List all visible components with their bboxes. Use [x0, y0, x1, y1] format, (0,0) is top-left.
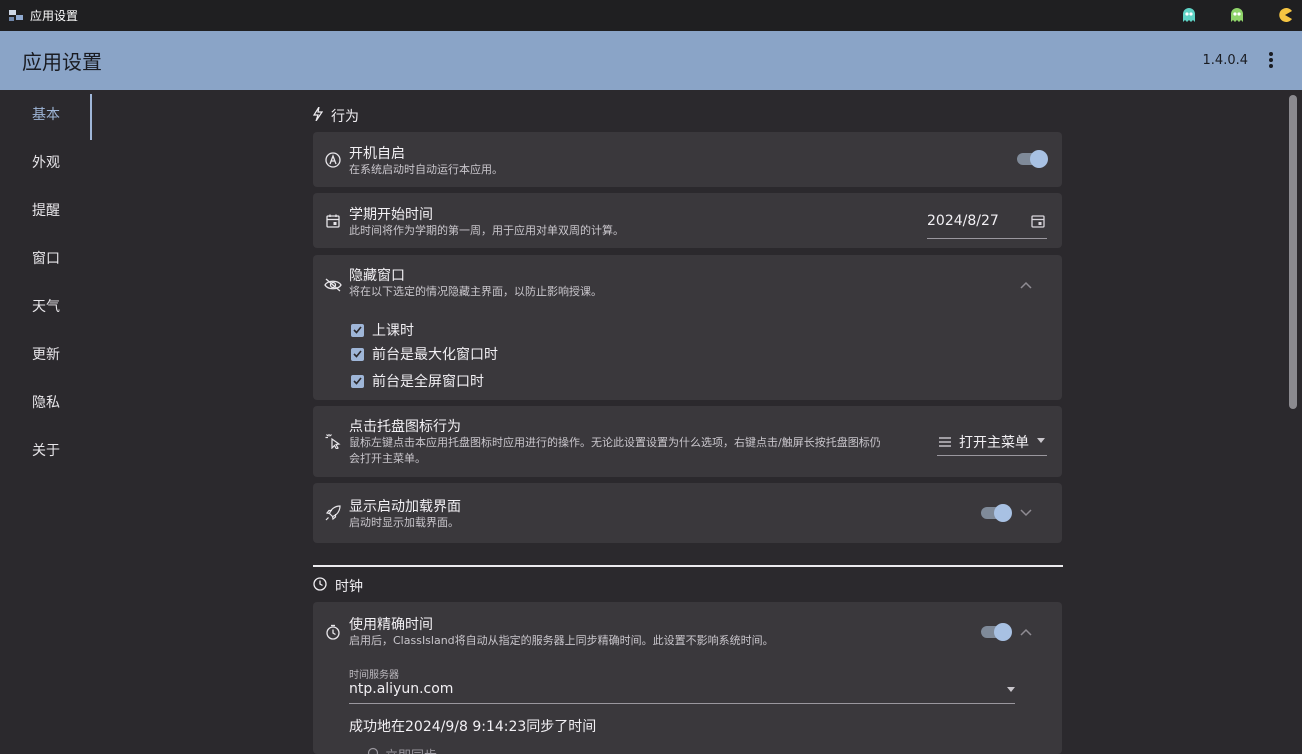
chevron-up-icon[interactable] [1018, 277, 1034, 293]
autostart-icon [324, 151, 342, 169]
exact-time-card: 使用精确时间 启用后，ClassIsland将自动从指定的服务器上同步精确时间。… [313, 602, 1062, 754]
checkbox-checked[interactable] [351, 374, 364, 388]
menu-icon [939, 432, 953, 451]
setting-title: 开机自启 [349, 146, 405, 162]
more-vertical-icon[interactable] [1260, 48, 1282, 72]
sidebar-item-about[interactable]: 关于 [0, 426, 92, 474]
server-value: ntp.aliyun.com [349, 681, 454, 697]
tray-click-select[interactable]: 打开主菜单 [937, 428, 1047, 456]
term-start-date-field[interactable]: 2024/8/27 [927, 203, 1047, 239]
eye-off-icon [324, 276, 342, 294]
setting-title: 显示启动加载界面 [349, 499, 461, 515]
lightning-icon [312, 106, 324, 125]
rocket-icon [324, 504, 342, 522]
chevron-up-icon[interactable] [1018, 624, 1034, 640]
checkbox-checked[interactable] [351, 323, 364, 337]
setting-description: 此时间将作为学期的第一周，用于应用对单双周的计算。 [349, 224, 624, 237]
sidebar-item-label: 提醒 [32, 203, 60, 219]
splash-card: 显示启动加载界面 启动时显示加载界面。 [313, 483, 1062, 543]
ghost-green-icon[interactable] [1228, 6, 1246, 24]
chevron-down-icon[interactable] [1018, 505, 1034, 521]
cursor-click-icon [324, 432, 342, 450]
sidebar-item-reminder[interactable]: 提醒 [0, 186, 92, 234]
scrollbar[interactable] [1284, 90, 1302, 754]
section-title: 行为 [331, 109, 359, 125]
scrollbar-thumb[interactable] [1289, 95, 1297, 409]
tray-area [1180, 6, 1294, 24]
app-icon [8, 8, 24, 24]
hide-option-maximized[interactable]: 前台是最大化窗口时 [351, 344, 498, 364]
app-header: 应用设置 1.4.0.4 [0, 31, 1302, 90]
dropdown-arrow-icon[interactable] [1037, 438, 1045, 443]
term-start-card: 学期开始时间 此时间将作为学期的第一周，用于应用对单双周的计算。 2024/8/… [313, 193, 1062, 248]
window-title: 应用设置 [30, 9, 79, 23]
autostart-card: 开机自启 在系统启动时自动运行本应用。 [313, 132, 1062, 187]
sidebar-item-basic[interactable]: 基本 [0, 90, 92, 140]
section-title: 时钟 [335, 579, 363, 595]
checkbox-label: 前台是全屏窗口时 [372, 374, 484, 390]
setting-title: 点击托盘图标行为 [349, 419, 461, 435]
date-value: 2024/8/27 [927, 213, 999, 229]
setting-title: 使用精确时间 [349, 617, 433, 633]
sidebar-item-appearance[interactable]: 外观 [0, 138, 92, 186]
hide-window-card: 隐藏窗口 将在以下选定的情况隐藏主界面，以防止影响授课。 上课时 前台是最大化窗… [313, 255, 1062, 400]
calendar-icon [324, 212, 342, 230]
sidebar-item-privacy[interactable]: 隐私 [0, 378, 92, 426]
sidebar-item-label: 关于 [32, 443, 60, 459]
exact-time-toggle[interactable] [979, 622, 1013, 642]
splash-toggle[interactable] [979, 503, 1013, 523]
hide-option-fullscreen[interactable]: 前台是全屏窗口时 [351, 371, 484, 391]
checkbox-checked[interactable] [351, 347, 364, 361]
sync-now-label: 立即同步 [385, 745, 437, 754]
sidebar-nav: 基本 外观 提醒 窗口 天气 更新 隐私 关于 [0, 90, 92, 754]
time-server-select[interactable]: ntp.aliyun.com [349, 678, 1015, 704]
sidebar-item-label: 窗口 [32, 251, 60, 267]
sidebar-item-weather[interactable]: 天气 [0, 282, 92, 330]
dropdown-arrow-icon[interactable] [1007, 687, 1015, 692]
section-behavior-header: 行为 [312, 106, 359, 126]
setting-title: 隐藏窗口 [349, 268, 405, 284]
sidebar-item-label: 外观 [32, 155, 60, 171]
sidebar-item-label: 更新 [32, 347, 60, 363]
window-titlebar: 应用设置 [0, 0, 1302, 31]
checkbox-label: 上课时 [372, 323, 414, 339]
select-value: 打开主菜单 [959, 434, 1029, 451]
setting-description-line-2: 会打开主菜单。 [349, 452, 426, 465]
sync-status-text: 成功地在2024/9/8 9:14:23同步了时间 [349, 719, 597, 735]
section-divider [313, 565, 1063, 567]
sync-now-button[interactable]: 立即同步 [367, 745, 437, 754]
sidebar-item-label: 隐私 [32, 395, 60, 411]
autostart-toggle[interactable] [1015, 149, 1049, 169]
timer-icon [324, 623, 342, 641]
setting-title: 学期开始时间 [349, 207, 433, 223]
setting-description: 在系统启动时自动运行本应用。 [349, 163, 503, 176]
setting-description: 启动时显示加载界面。 [349, 516, 459, 529]
sidebar-item-window[interactable]: 窗口 [0, 234, 92, 282]
clock-icon [313, 577, 327, 595]
checkbox-label: 前台是最大化窗口时 [372, 347, 498, 363]
version-label: 1.4.0.4 [1202, 53, 1248, 68]
sidebar-item-label: 基本 [32, 107, 60, 123]
settings-content: 行为 开机自启 在系统启动时自动运行本应用。 学期开始时间 此时间将作为学期的第… [312, 90, 1063, 754]
setting-description: 启用后，ClassIsland将自动从指定的服务器上同步精确时间。此设置不影响系… [349, 634, 774, 647]
setting-description: 将在以下选定的情况隐藏主界面，以防止影响授课。 [349, 285, 602, 298]
calendar-picker-icon[interactable] [1031, 213, 1047, 229]
sidebar-item-label: 天气 [32, 299, 60, 315]
page-title: 应用设置 [22, 50, 102, 74]
sidebar-item-update[interactable]: 更新 [0, 330, 92, 378]
section-clock-header: 时钟 [313, 576, 363, 596]
ghost-cyan-icon[interactable] [1180, 6, 1198, 24]
tray-click-card: 点击托盘图标行为 鼠标左键点击本应用托盘图标时应用进行的操作。无论此设置设置为什… [313, 406, 1062, 477]
setting-description-line-1: 鼠标左键点击本应用托盘图标时应用进行的操作。无论此设置设置为什么选项，右键点击/… [349, 436, 881, 449]
pacman-icon[interactable] [1276, 6, 1294, 24]
refresh-icon [367, 747, 379, 754]
hide-option-in-class[interactable]: 上课时 [351, 320, 414, 340]
